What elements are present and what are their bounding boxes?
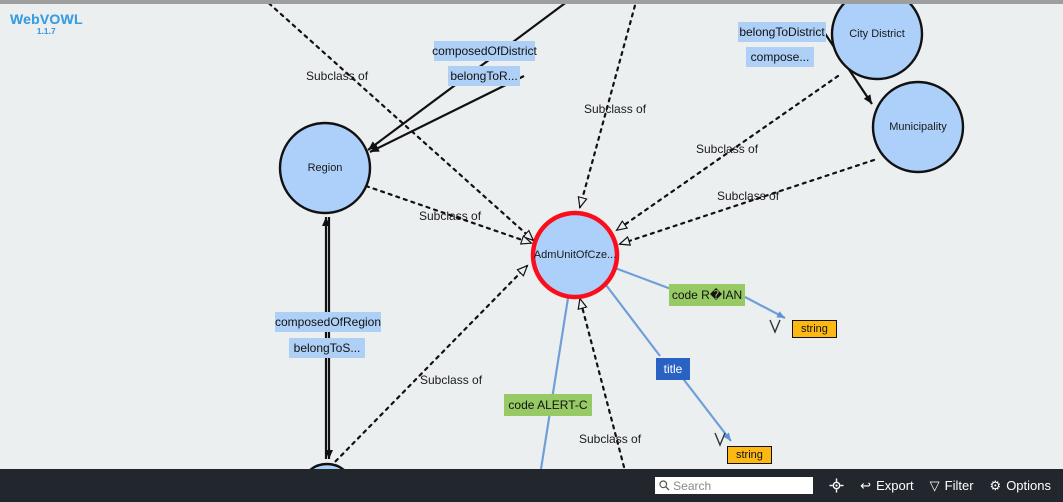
class-nodes[interactable] (278, 4, 965, 469)
object-property-belong-to-s[interactable]: belongToS... (289, 338, 365, 358)
subclass-label-2: Subclass of (419, 209, 482, 223)
options-button[interactable]: ⚙ Options (990, 478, 1051, 494)
subclass-label-1: Subclass of (306, 69, 369, 83)
bottom-toolbar: ↩ Export ▽ Filter ⚙ Options (0, 469, 1063, 502)
options-label: Options (1006, 478, 1051, 493)
app-version: 1.1.7 (36, 26, 56, 36)
class-node-municipality[interactable] (871, 80, 965, 174)
functional-property-title[interactable]: title (656, 358, 690, 380)
subclass-label-6: Subclass of (420, 373, 483, 387)
class-node-adm-unit-highlighted[interactable] (530, 210, 620, 300)
object-property-composed-of-district[interactable]: composedOfDistrict (432, 41, 537, 61)
webvowl-app: WebVOWL 1.1.7 Region City District Munic… (0, 0, 1063, 502)
app-logo-text: WebVOWL (10, 11, 83, 27)
subclass-label-4: Subclass of (696, 142, 759, 156)
triangle-down-icon: ▽ (929, 477, 940, 493)
datatype-property-code-alert-c[interactable]: code ALERT-C (504, 394, 592, 416)
export-label: Export (876, 478, 914, 493)
reset-view-button[interactable] (829, 478, 844, 493)
subclass-label-3: Subclass of (584, 102, 647, 116)
literal-string-1[interactable]: string (792, 320, 837, 338)
object-property-compose-truncated[interactable]: compose... (746, 47, 814, 67)
filter-button[interactable]: ▽ Filter (930, 478, 974, 494)
search-icon (659, 480, 670, 491)
gear-icon: ⚙ (989, 477, 1002, 493)
subclass-label-7: Subclass of (579, 432, 642, 446)
object-property-belong-to-district[interactable]: belongToDistrict (738, 22, 826, 42)
subclass-label-5: Subclass of (717, 189, 780, 203)
datatype-property-code-ruian[interactable]: code R�IAN (669, 284, 745, 306)
crosshair-icon (829, 478, 844, 493)
object-property-composed-of-region[interactable]: composedOfRegion (275, 312, 381, 332)
arrow-return-icon: ↩ (860, 477, 872, 493)
export-button[interactable]: ↩ Export (860, 478, 913, 494)
literal-string-2[interactable]: string (727, 446, 772, 464)
filter-label: Filter (944, 478, 974, 493)
app-logo: WebVOWL 1.1.7 (10, 12, 83, 36)
search-input[interactable] (673, 478, 810, 493)
object-property-belong-to-r[interactable]: belongToR... (448, 66, 520, 86)
graph-canvas[interactable]: WebVOWL 1.1.7 Region City District Munic… (0, 4, 1063, 469)
search-box[interactable] (655, 477, 814, 494)
class-node-city-district[interactable] (830, 4, 924, 81)
universal-quantifier-glyphs (714, 319, 781, 447)
class-node-region[interactable] (278, 121, 372, 215)
